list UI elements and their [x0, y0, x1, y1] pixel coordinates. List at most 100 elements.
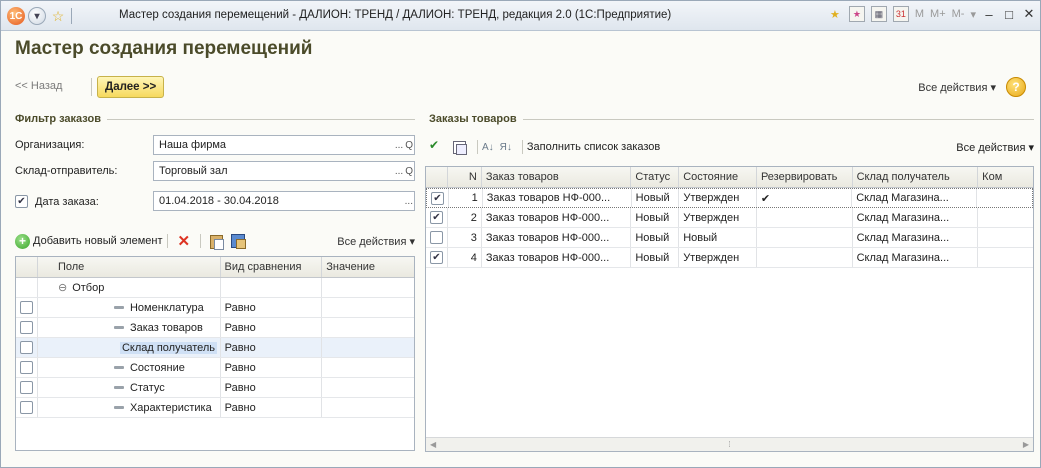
paste-icon[interactable] — [208, 233, 225, 250]
filter-row-checkbox[interactable] — [20, 301, 33, 314]
orders-col-n[interactable]: N — [448, 167, 482, 187]
date-checkbox[interactable]: ✔ — [15, 195, 28, 208]
orders-col-status[interactable]: Статус — [631, 167, 680, 187]
toolbar-separator — [477, 140, 478, 154]
back-button[interactable]: << Назад — [15, 80, 62, 92]
memory-m-plus-button[interactable]: M+ — [930, 8, 946, 20]
orders-all-actions-menu[interactable]: Все действия ▾ — [956, 141, 1034, 154]
filter-row-compare[interactable]: Равно — [221, 398, 323, 417]
collapse-icon[interactable]: ⊖ — [58, 281, 67, 294]
filter-row[interactable]: Состояние Равно — [16, 358, 414, 378]
organization-select-button[interactable]: ... — [395, 140, 403, 151]
filter-row-value[interactable] — [322, 338, 414, 357]
memory-m-button[interactable]: M — [915, 8, 924, 20]
filter-row[interactable]: Статус Равно — [16, 378, 414, 398]
orders-col-state[interactable]: Состояние — [679, 167, 757, 187]
orders-col-order[interactable]: Заказ товаров — [482, 167, 632, 187]
paste-special-icon[interactable] — [230, 233, 247, 249]
maximize-icon[interactable]: □ — [1002, 7, 1016, 22]
next-button[interactable]: Далее >> — [97, 76, 165, 98]
order-row-reserve[interactable]: ✔ — [757, 189, 853, 207]
filter-row-compare[interactable]: Равно — [221, 378, 323, 397]
order-row[interactable]: 3 Заказ товаров НФ-000... Новый Новый Ск… — [426, 228, 1033, 248]
favorite-star-icon[interactable]: ★ — [827, 6, 843, 22]
order-row-order[interactable]: Заказ товаров НФ-000... — [482, 208, 632, 227]
order-row[interactable]: ✔ 1 Заказ товаров НФ-000... Новый Утверж… — [426, 188, 1033, 208]
filter-col-value[interactable]: Значение — [322, 257, 414, 277]
warehouse-field[interactable]: Торговый зал ... Q — [153, 161, 415, 181]
fill-orders-button[interactable]: Заполнить список заказов — [527, 141, 660, 153]
date-field[interactable]: 01.04.2018 - 30.04.2018 ... — [153, 191, 415, 211]
filter-row-compare[interactable]: Равно — [221, 338, 323, 357]
filter-row-checkbox[interactable] — [20, 321, 33, 334]
date-select-button[interactable]: ... — [405, 196, 413, 207]
scroll-right-icon[interactable]: ▶ — [1023, 440, 1029, 449]
order-row-checkbox[interactable]: ✔ — [431, 191, 444, 205]
filter-row-value[interactable] — [322, 378, 414, 397]
orders-col-check — [426, 167, 448, 187]
filter-row-checkbox[interactable] — [20, 381, 33, 394]
horizontal-scrollbar[interactable]: ◀ ⁞ ▶ — [426, 437, 1033, 451]
main-menu-icon[interactable]: ▾ — [28, 7, 46, 25]
filter-row-field: Состояние — [129, 361, 185, 374]
warehouse-search-icon[interactable]: Q — [405, 166, 413, 177]
filter-row[interactable]: Номенклатура Равно — [16, 298, 414, 318]
order-row-checkbox[interactable]: ✔ — [430, 251, 443, 264]
filter-group-row[interactable]: ⊖ Отбор — [16, 278, 414, 298]
order-row-order[interactable]: Заказ товаров НФ-000... — [483, 189, 632, 207]
filter-row-compare[interactable]: Равно — [221, 298, 323, 317]
filter-row[interactable]: Заказ товаров Равно — [16, 318, 414, 338]
scroll-left-icon[interactable]: ◀ — [430, 440, 436, 449]
close-icon[interactable]: ✕ — [1022, 6, 1036, 22]
all-actions-menu[interactable]: Все действия ▾ — [918, 81, 996, 94]
check-all-icon[interactable] — [429, 138, 445, 155]
filter-row-checkbox[interactable] — [20, 341, 33, 354]
order-row[interactable]: ✔ 2 Заказ товаров НФ-000... Новый Утверж… — [426, 208, 1033, 228]
scroll-thumb-icon[interactable]: ⁞ — [728, 440, 730, 449]
order-row-reserve[interactable] — [757, 248, 853, 267]
filter-row-compare[interactable]: Равно — [221, 318, 323, 337]
toolbar-menu-icon[interactable]: ▾ — [970, 8, 976, 21]
filter-row-value[interactable] — [322, 358, 414, 377]
add-element-button[interactable]: Добавить новый элемент — [33, 235, 163, 247]
window-title: Мастер создания перемещений - ДАЛИОН: ТР… — [119, 9, 672, 21]
order-row-checkbox[interactable]: ✔ — [430, 211, 443, 224]
orders-col-comment[interactable]: Ком — [978, 167, 1033, 187]
sort-descending-icon[interactable]: Я↓ — [500, 142, 512, 153]
organization-search-icon[interactable]: Q — [405, 140, 413, 151]
order-row-order[interactable]: Заказ товаров НФ-000... — [482, 228, 632, 247]
filter-row-value[interactable] — [322, 398, 414, 417]
orders-col-warehouse[interactable]: Склад получатель — [853, 167, 979, 187]
order-row-reserve[interactable] — [757, 228, 853, 247]
filter-row-value[interactable] — [322, 318, 414, 337]
filter-row-checkbox[interactable] — [20, 401, 33, 414]
filter-row[interactable]: Характеристика Равно — [16, 398, 414, 418]
filter-row-value[interactable] — [322, 298, 414, 317]
order-row-checkbox[interactable] — [430, 231, 443, 244]
warehouse-select-button[interactable]: ... — [395, 166, 403, 177]
orders-col-reserve[interactable]: Резервировать — [757, 167, 853, 187]
bookmark-icon[interactable]: ★ — [848, 6, 865, 22]
filter-all-actions-menu[interactable]: Все действия ▾ — [337, 235, 415, 248]
calendar-icon[interactable]: 31 — [892, 6, 909, 22]
order-row-order[interactable]: Заказ товаров НФ-000... — [482, 248, 632, 267]
memory-m-minus-button[interactable]: M- — [952, 8, 965, 20]
order-row[interactable]: ✔ 4 Заказ товаров НФ-000... Новый Утверж… — [426, 248, 1033, 268]
filter-row-checkbox[interactable] — [20, 361, 33, 374]
organization-field[interactable]: Наша фирма ... Q — [153, 135, 415, 155]
filter-col-field[interactable]: Поле — [38, 257, 221, 277]
app-logo-icon[interactable]: 1С — [7, 7, 25, 25]
help-icon[interactable]: ? — [1006, 77, 1026, 97]
filter-row-selected[interactable]: Склад получатель Равно — [16, 338, 414, 358]
filter-row-compare[interactable]: Равно — [221, 358, 323, 377]
calculator-icon[interactable]: ▦ — [870, 6, 887, 22]
delete-icon[interactable]: ✕ — [178, 232, 191, 250]
favorites-star-icon[interactable]: ☆ — [49, 7, 67, 25]
filter-col-compare[interactable]: Вид сравнения — [221, 257, 323, 277]
order-row-reserve[interactable] — [757, 208, 853, 227]
add-icon[interactable]: + — [15, 233, 30, 249]
minimize-icon[interactable]: – — [982, 7, 996, 22]
sort-ascending-icon[interactable]: A↓ — [482, 142, 494, 153]
title-bar-right: ★ ★ ▦ 31 M M+ M- ▾ – □ ✕ — [827, 6, 1036, 22]
uncheck-all-icon[interactable] — [451, 139, 467, 155]
